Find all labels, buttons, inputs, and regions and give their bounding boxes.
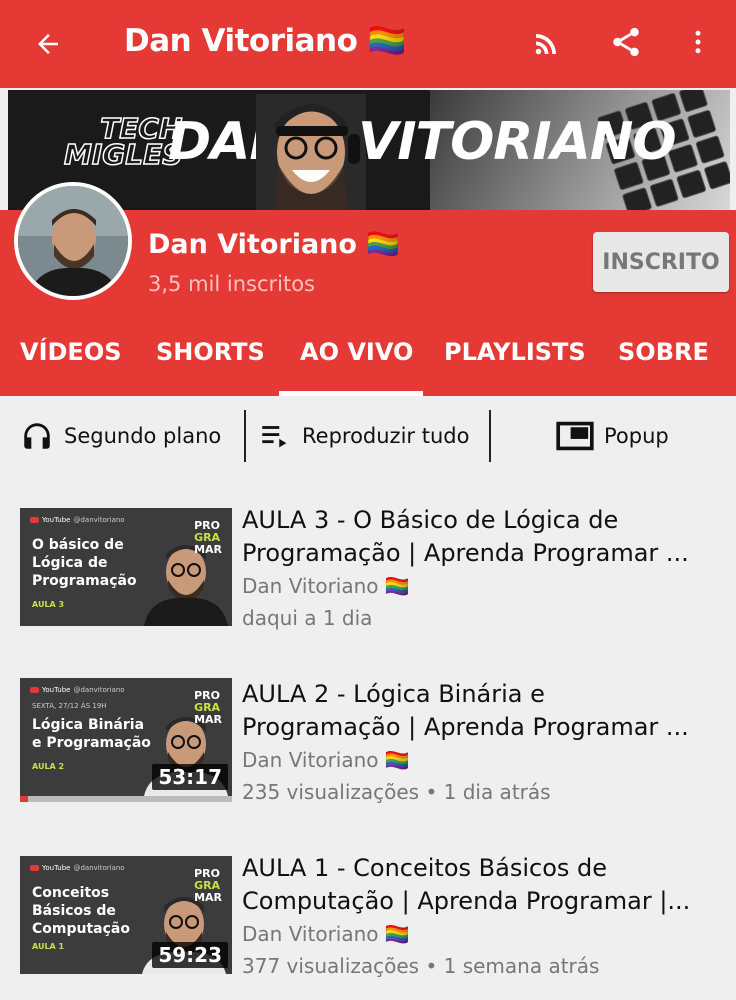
play-actions-bar: Segundo plano Reproduzir tudo Popup — [0, 396, 736, 476]
tab-shorts[interactable]: SHORTS — [156, 338, 265, 366]
thumbnail-aula-label: AULA 2 — [32, 762, 65, 771]
video-title[interactable]: AULA 3 - O Básico de Lógica de Programaç… — [242, 504, 726, 570]
background-play-label: Segundo plano — [64, 424, 222, 448]
app-bar-title: Dan Vitoriano 🏳️‍🌈 — [124, 23, 406, 59]
video-title-line: Programação | Aprenda Programar ... — [242, 539, 689, 567]
thumbnail-title-line: e Programação — [32, 735, 151, 751]
play-all-label: Reproduzir tudo — [302, 424, 470, 448]
playlist-play-icon — [262, 426, 287, 448]
watch-progress-bar — [20, 796, 232, 802]
thumbnail-aula-label: AULA 1 — [32, 942, 65, 951]
channel-banner: TECH MIGLES DAN VITORIANO — [8, 90, 730, 210]
video-channel-name: Dan Vitoriano 🏳️‍🌈 — [242, 748, 410, 772]
more-vertical-icon — [695, 30, 701, 54]
video-channel-name: Dan Vitoriano 🏳️‍🌈 — [242, 574, 410, 598]
thumbnail-title-line: Computação — [32, 921, 130, 937]
thumbnail-yt-text: YouTube — [42, 686, 71, 694]
picture-in-picture-icon — [556, 421, 594, 451]
thumbnail-title-line: Programação — [32, 573, 137, 589]
thumbnail-title-line: Conceitos — [32, 885, 110, 901]
video-title-line: Computação | Aprenda Programar |... — [242, 887, 691, 915]
arrow-left-icon — [38, 34, 58, 54]
banner-portrait-image — [256, 94, 366, 210]
programar-logo-line: MAR — [194, 713, 222, 726]
headphones-icon — [24, 423, 50, 449]
thumbnail-title-line: Básicos de — [32, 903, 116, 919]
thumbnail-title-line: Lógica de — [32, 555, 108, 571]
thumbnail-programar-logo: PRO GRA MAR — [194, 868, 222, 904]
popup-label: Popup — [604, 424, 669, 448]
tab-live[interactable]: AO VIVO — [300, 338, 413, 366]
more-options-button[interactable] — [676, 20, 720, 64]
thumbnail-title: Conceitos Básicos de Computação — [32, 884, 130, 938]
thumbnail-handle: @danvitoriano — [73, 686, 125, 694]
action-divider — [244, 410, 246, 462]
video-list-item[interactable]: YouTube @danvitoriano O básico de Lógica … — [0, 496, 736, 646]
popup-button[interactable]: Popup — [556, 410, 669, 462]
watch-progress-fill — [20, 796, 29, 802]
subscriber-count: 3,5 mil inscritos — [148, 272, 315, 296]
tab-playlists[interactable]: PLAYLISTS — [444, 338, 586, 366]
thumbnail-handle: @danvitoriano — [73, 864, 125, 872]
tab-videos[interactable]: VÍDEOS — [20, 338, 122, 366]
video-meta: 377 visualizações • 1 semana atrás — [242, 954, 600, 978]
thumbnail-youtube-label: YouTube @danvitoriano — [30, 686, 125, 694]
programar-logo-line: MAR — [194, 891, 222, 904]
back-button[interactable] — [26, 22, 70, 66]
video-channel-name: Dan Vitoriano 🏳️‍🌈 — [242, 922, 410, 946]
thumbnail-yt-text: YouTube — [42, 864, 71, 872]
video-title-line: AULA 1 - Conceitos Básicos de — [242, 854, 608, 882]
banner-tech-line2: MIGLES — [63, 138, 183, 171]
video-title-line: AULA 2 - Lógica Binária e — [242, 680, 545, 708]
thumbnail-programar-logo: PRO GRA MAR — [194, 690, 222, 726]
video-meta: daqui a 1 dia — [242, 606, 373, 630]
thumbnail-aula-label: AULA 3 — [32, 600, 65, 609]
avatar-image — [18, 186, 128, 296]
video-title[interactable]: AULA 2 - Lógica Binária e Programação | … — [242, 678, 726, 744]
background-play-button[interactable]: Segundo plano — [20, 410, 221, 462]
video-duration: 59:23 — [152, 942, 228, 968]
video-thumbnail[interactable]: YouTube @danvitoriano Conceitos Básicos d… — [20, 856, 232, 974]
thumbnail-title: O básico de Lógica de Programação — [32, 536, 137, 590]
avatar[interactable] — [14, 182, 132, 300]
video-thumbnail[interactable]: YouTube @danvitoriano SEXTA, 27/12 ÀS 19H… — [20, 678, 232, 796]
subscribed-button[interactable]: INSCRITO — [593, 232, 729, 292]
share-button[interactable] — [604, 20, 648, 64]
thumbnail-subhead: SEXTA, 27/12 ÀS 19H — [32, 702, 107, 710]
video-title-line: AULA 3 - O Básico de Lógica de — [242, 506, 619, 534]
play-all-button[interactable]: Reproduzir tudo — [258, 410, 469, 462]
video-title-line: Programação | Aprenda Programar ... — [242, 713, 689, 741]
video-thumbnail[interactable]: YouTube @danvitoriano O básico de Lógica … — [20, 508, 232, 626]
video-meta: 235 visualizações • 1 dia atrás — [242, 780, 551, 804]
thumbnail-yt-text: YouTube — [42, 516, 71, 524]
channel-name: Dan Vitoriano 🏳️‍🌈 — [148, 229, 400, 260]
thumbnail-programar-logo: PRO GRA MAR — [194, 520, 222, 556]
thumbnail-handle: @danvitoriano — [73, 516, 125, 524]
rss-icon — [535, 34, 556, 55]
thumbnail-title-line: Lógica Binária — [32, 717, 145, 733]
share-icon — [613, 27, 639, 57]
video-list-item[interactable]: YouTube @danvitoriano SEXTA, 27/12 ÀS 19H… — [0, 670, 736, 820]
banner-name-right: VITORIANO — [358, 112, 677, 172]
thumbnail-title: Lógica Binária e Programação — [32, 716, 151, 752]
video-title[interactable]: AULA 1 - Conceitos Básicos de Computação… — [242, 852, 726, 918]
video-list-item[interactable]: YouTube @danvitoriano Conceitos Básicos d… — [0, 844, 736, 994]
channel-tabs: VÍDEOS SHORTS AO VIVO PLAYLISTS SOBRE — [0, 320, 736, 396]
banner-tech-logo: TECH MIGLES — [63, 114, 183, 171]
programar-logo-line: MAR — [194, 543, 222, 556]
tab-about[interactable]: SOBRE — [618, 338, 709, 366]
thumbnail-youtube-label: YouTube @danvitoriano — [30, 864, 125, 872]
video-duration: 53:17 — [152, 764, 228, 790]
thumbnail-title-line: O básico de — [32, 537, 124, 553]
action-divider — [489, 410, 491, 462]
thumbnail-youtube-label: YouTube @danvitoriano — [30, 516, 125, 524]
app-bar: Dan Vitoriano 🏳️‍🌈 — [0, 0, 736, 88]
rss-button[interactable] — [524, 22, 568, 66]
